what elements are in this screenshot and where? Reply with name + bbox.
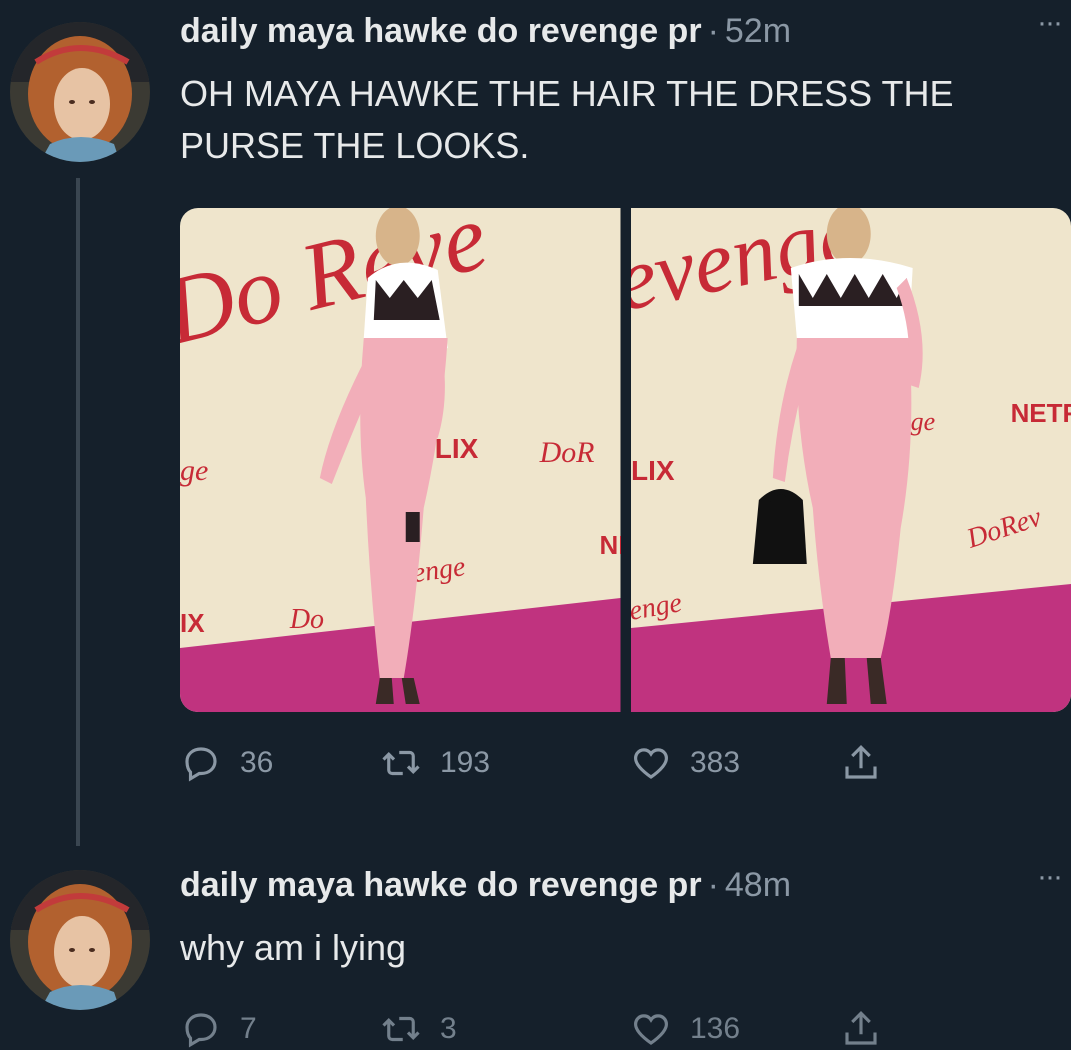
tweet-header: daily maya hawke do revenge pr · 52m bbox=[180, 12, 791, 51]
backdrop-text: NETF bbox=[1010, 398, 1071, 428]
share-icon bbox=[840, 742, 882, 784]
separator-dot: · bbox=[708, 866, 719, 905]
backdrop-text: ge bbox=[180, 454, 208, 487]
retweet-icon bbox=[380, 742, 422, 784]
retweet-count: 3 bbox=[440, 1012, 457, 1046]
backdrop-text: IX bbox=[180, 608, 205, 638]
separator-dot: · bbox=[708, 12, 719, 51]
reply-icon bbox=[180, 742, 222, 784]
like-button[interactable]: 383 bbox=[630, 742, 840, 784]
retweet-icon bbox=[380, 1008, 422, 1050]
tweet-actions: 7 3 136 bbox=[180, 1008, 882, 1050]
backdrop-text: Do bbox=[289, 604, 324, 635]
heart-icon bbox=[630, 1008, 672, 1050]
more-options-icon[interactable]: ··· bbox=[1037, 6, 1061, 40]
more-options-icon[interactable]: ··· bbox=[1037, 860, 1061, 894]
reply-icon bbox=[180, 1008, 222, 1050]
reply-count: 7 bbox=[240, 1012, 257, 1046]
retweet-button[interactable]: 3 bbox=[380, 1008, 630, 1050]
like-count: 136 bbox=[690, 1012, 740, 1046]
timestamp[interactable]: 48m bbox=[725, 866, 791, 905]
photo-right[interactable]: evenge NETF LIX ge DoRev enge bbox=[631, 208, 1071, 712]
display-name[interactable]: daily maya hawke do revenge pr bbox=[180, 12, 702, 51]
backdrop-text: NE bbox=[600, 530, 621, 560]
retweet-button[interactable]: 193 bbox=[380, 742, 630, 784]
like-button[interactable]: 136 bbox=[630, 1008, 840, 1050]
share-button[interactable] bbox=[840, 1008, 882, 1050]
tweet-1[interactable]: daily maya hawke do revenge pr · 52m ···… bbox=[0, 0, 1071, 860]
tweet-media[interactable]: Do Reve ge FLIX DoR venge NE IX Do bbox=[180, 208, 1071, 712]
retweet-count: 193 bbox=[440, 746, 490, 780]
tweet-text: why am i lying bbox=[180, 922, 406, 974]
reply-button[interactable]: 7 bbox=[180, 1008, 380, 1050]
tweet-header: daily maya hawke do revenge pr · 48m bbox=[180, 866, 791, 905]
timestamp[interactable]: 52m bbox=[725, 12, 791, 51]
reply-count: 36 bbox=[240, 746, 273, 780]
avatar[interactable] bbox=[10, 22, 150, 162]
backdrop-text: ge bbox=[910, 407, 935, 436]
reply-button[interactable]: 36 bbox=[180, 742, 380, 784]
backdrop-text: LIX bbox=[631, 455, 675, 486]
thread-line bbox=[76, 178, 80, 846]
tweet-2[interactable]: daily maya hawke do revenge pr · 48m ···… bbox=[0, 860, 1071, 1034]
photo-left[interactable]: Do Reve ge FLIX DoR venge NE IX Do bbox=[180, 208, 621, 712]
avatar[interactable] bbox=[10, 870, 150, 1010]
tweet-text: OH MAYA HAWKE THE HAIR THE DRESS THE PUR… bbox=[180, 68, 1050, 172]
like-count: 383 bbox=[690, 746, 740, 780]
share-button[interactable] bbox=[840, 742, 882, 784]
heart-icon bbox=[630, 742, 672, 784]
backdrop-text: DoR bbox=[539, 436, 595, 469]
tweet-actions: 36 193 383 bbox=[180, 742, 882, 784]
display-name[interactable]: daily maya hawke do revenge pr bbox=[180, 866, 702, 905]
share-icon bbox=[840, 1008, 882, 1050]
